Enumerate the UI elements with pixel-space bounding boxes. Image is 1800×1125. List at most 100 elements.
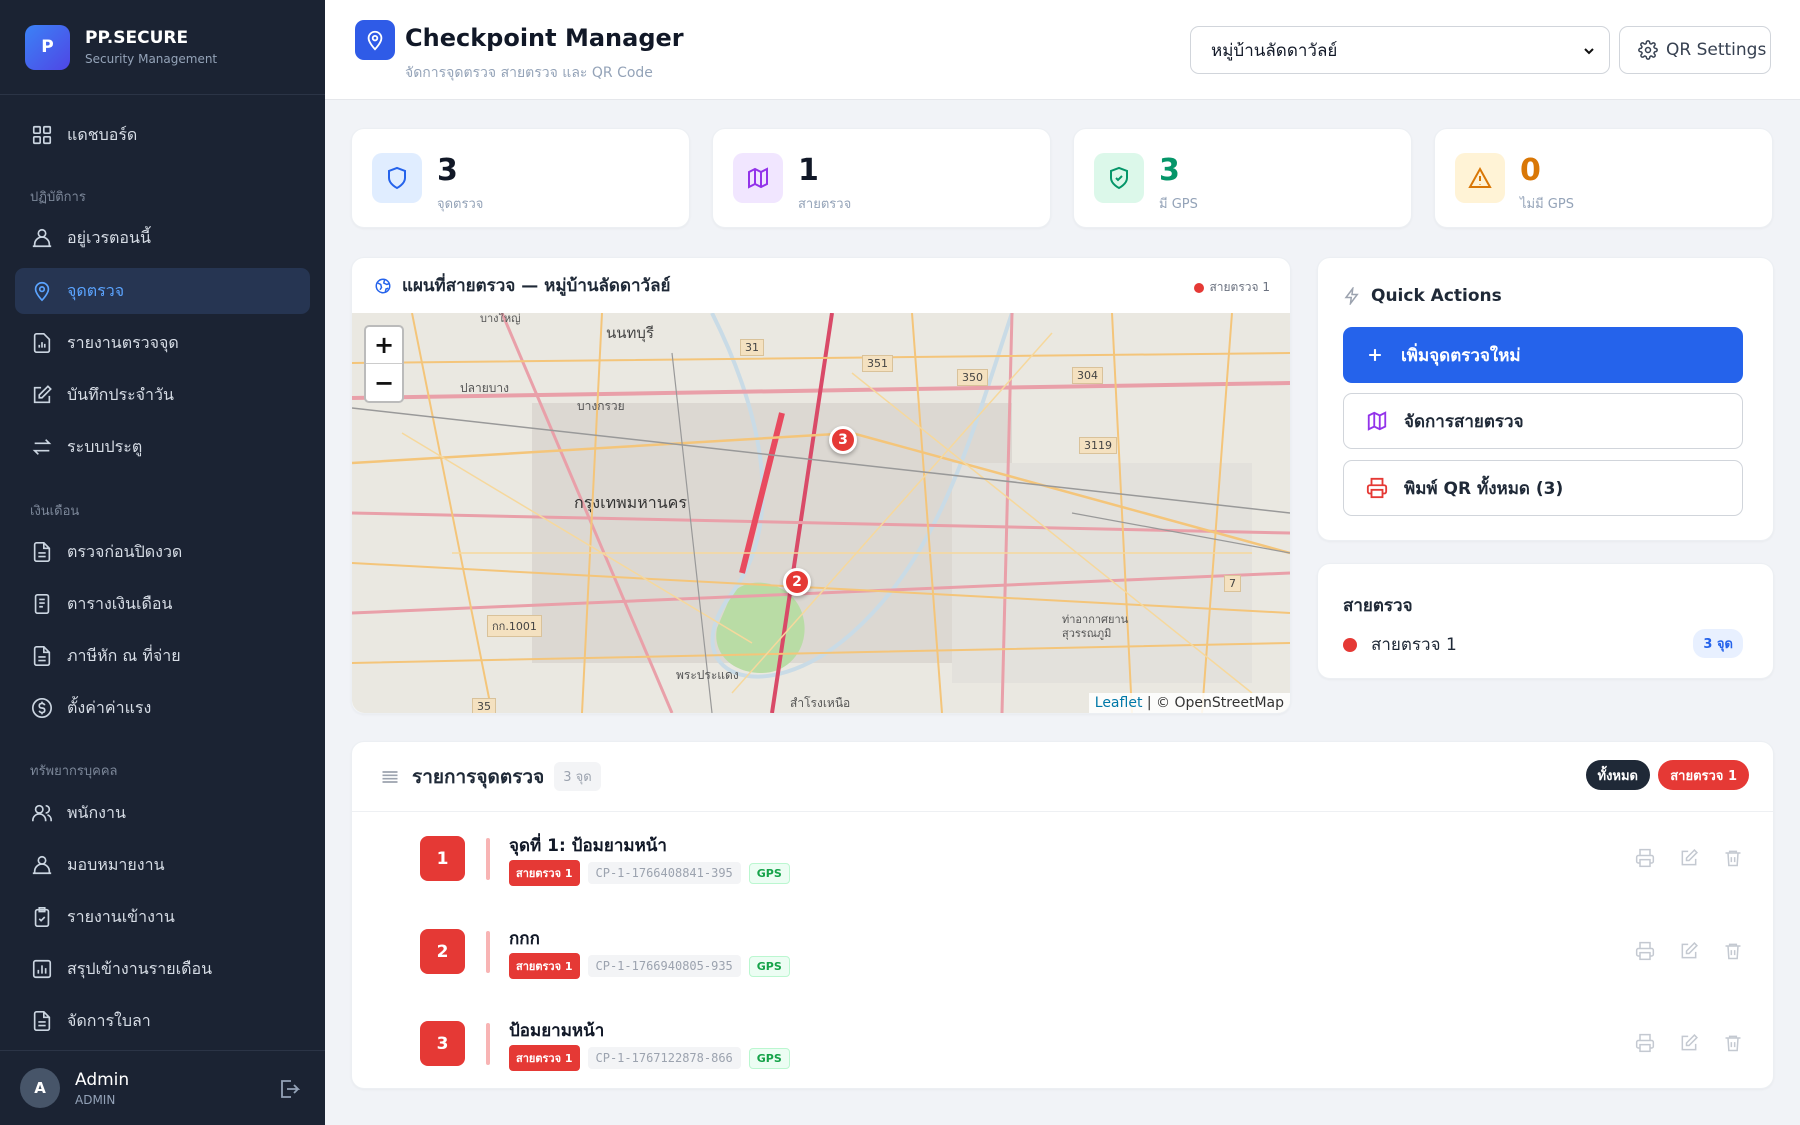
map-marker[interactable]: 3 (829, 426, 857, 454)
lightning-icon (1344, 287, 1359, 305)
grid-icon (32, 125, 52, 145)
edit-icon[interactable] (1679, 1033, 1699, 1053)
trash-icon[interactable] (1723, 941, 1743, 961)
map-place-label: สำโรงเหนือ (790, 696, 851, 710)
nav-section-operations: ปฏิบัติการ (30, 190, 86, 205)
nav-section-hr: ทรัพยากรบุคคล (30, 764, 118, 779)
document-icon (33, 646, 51, 666)
route-map-card: แผนที่สายตรวจ — หมู่บ้านลัดดาวัลย์ สายตร… (351, 257, 1291, 714)
stat-value: 0 (1520, 153, 1541, 188)
route-tag: สายตรวจ 1 (509, 953, 580, 979)
bar-chart-icon (32, 959, 52, 979)
arrows-swap-icon (32, 439, 52, 455)
stat-label: ไม่มี GPS (1520, 197, 1574, 212)
sidebar-item-checkpoint-report[interactable]: รายงานตรวจจุด (15, 320, 310, 366)
sidebar-item-on-duty[interactable]: อยู่เวรตอนนี้ (15, 215, 310, 261)
print-all-qr-button[interactable]: พิมพ์ QR ทั้งหมด (3) (1343, 460, 1743, 516)
map-legend: สายตรวจ 1 (1194, 278, 1270, 297)
sidebar-item-leave-management[interactable]: จัดการใบลา (15, 998, 310, 1044)
sidebar-item-pre-close-check[interactable]: ตรวจก่อนปิดงวด (15, 529, 310, 575)
table-row[interactable]: 1 จุดที่ 1: ป้อมยามหน้า สายตรวจ 1 CP-1-1… (352, 812, 1773, 904)
stat-card-checkpoints: 3 จุดตรวจ (351, 128, 690, 228)
filter-route-button[interactable]: สายตรวจ 1 (1658, 760, 1749, 790)
leaflet-link[interactable]: Leaflet (1095, 695, 1143, 711)
zoom-out-button[interactable]: − (366, 364, 402, 401)
table-row[interactable]: 2 กกก สายตรวจ 1 CP-1-1766940805-935 GPS (352, 905, 1773, 997)
zoom-in-button[interactable]: + (366, 327, 402, 364)
trash-icon[interactable] (1723, 1033, 1743, 1053)
map-pin-icon (34, 281, 50, 302)
sidebar-item-monthly-attendance[interactable]: สรุปเข้างานรายเดือน (15, 946, 310, 992)
checkpoint-name: จุดที่ 1: ป้อมยามหน้า (509, 836, 667, 856)
road-label: 350 (957, 369, 988, 386)
logout-icon[interactable] (277, 1077, 301, 1101)
map-place-label: ปลายบาง (460, 381, 509, 395)
route-name: สายตรวจ 1 (1371, 635, 1457, 655)
road-label: 35 (472, 698, 496, 713)
printer-icon[interactable] (1635, 848, 1655, 868)
print-all-qr-label: พิมพ์ QR ทั้งหมด (3) (1404, 478, 1564, 499)
users-icon (32, 804, 52, 822)
quick-actions-card: Quick Actions เพิ่มจุดตรวจใหม่ จัดการสาย… (1317, 257, 1774, 541)
qr-settings-button[interactable]: QR Settings (1619, 26, 1771, 74)
quick-actions-label: Quick Actions (1371, 286, 1502, 306)
stat-value: 3 (437, 153, 458, 188)
sidebar-item-label: จัดการใบลา (67, 1010, 151, 1030)
edit-icon[interactable] (1679, 848, 1699, 868)
sidebar-item-label: ตารางเงินเดือน (67, 593, 173, 613)
sidebar-item-wage-settings[interactable]: ตั้งค่าค่าแรง (15, 685, 310, 731)
sidebar-item-label: มอบหมายงาน (67, 854, 165, 874)
route-count-badge: 3 จุด (1693, 629, 1743, 658)
shield-icon (388, 166, 406, 190)
sidebar-item-withholding-tax[interactable]: ภาษีหัก ณ ที่จ่าย (15, 633, 310, 679)
route-tag: สายตรวจ 1 (509, 1045, 580, 1071)
village-select-value: หมู่บ้านลัดดาวัลย์ (1211, 40, 1338, 61)
sidebar-item-daily-log[interactable]: บันทึกประจำวัน (15, 372, 310, 418)
printer-icon[interactable] (1635, 941, 1655, 961)
report-chart-icon (33, 333, 51, 353)
route-color-bar (486, 931, 490, 973)
sidebar-item-dashboard[interactable]: แดชบอร์ด (15, 112, 310, 158)
attribution-text: | © OpenStreetMap (1146, 695, 1284, 711)
stat-label: สายตรวจ (798, 197, 852, 212)
stat-icon-wrap (1094, 153, 1144, 203)
road-label: 7 (1224, 575, 1241, 592)
sidebar-item-label: ตั้งค่าค่าแรง (67, 697, 152, 717)
user-duty-icon (32, 855, 52, 875)
sidebar-item-employees[interactable]: พนักงาน (15, 790, 310, 836)
trash-icon[interactable] (1723, 848, 1743, 868)
road-label: 3119 (1079, 437, 1117, 454)
sidebar-item-gate-system[interactable]: ระบบประตู (15, 424, 310, 470)
gps-badge: GPS (748, 862, 790, 884)
village-select[interactable]: หมู่บ้านลัดดาวัลย์ (1190, 26, 1610, 74)
sidebar-item-checkpoints[interactable]: จุดตรวจ (15, 268, 310, 314)
route-item[interactable]: สายตรวจ 1 3 จุด (1343, 629, 1743, 658)
map-marker[interactable]: 2 (783, 568, 811, 596)
sidebar-item-assignments[interactable]: มอบหมายงาน (15, 842, 310, 888)
sidebar-item-payroll-table[interactable]: ตารางเงินเดือน (15, 581, 310, 627)
printer-icon (1366, 477, 1388, 499)
edit-icon[interactable] (1679, 941, 1699, 961)
table-row[interactable]: 3 ป้อมยามหน้า สายตรวจ 1 CP-1-1767122878-… (352, 997, 1773, 1089)
sidebar-item-attendance-report[interactable]: รายงานเข้างาน (15, 894, 310, 940)
sidebar-item-label: ระบบประตู (67, 436, 143, 456)
filter-all-button[interactable]: ทั้งหมด (1585, 760, 1650, 790)
checkpoint-code: CP-1-1767122878-866 (587, 1047, 741, 1069)
sidebar-item-label: สรุปเข้างานรายเดือน (67, 958, 212, 978)
user-duty-icon (32, 228, 52, 248)
map-place-label: บางใหญ่ (480, 313, 521, 325)
manage-routes-button[interactable]: จัดการสายตรวจ (1343, 393, 1743, 449)
map-place-label: พระประแดง (676, 668, 739, 682)
stat-icon-wrap (1455, 153, 1505, 203)
checkpoint-number: 3 (420, 1021, 465, 1066)
checkpoint-code: CP-1-1766940805-935 (587, 955, 741, 977)
route-color-bar (486, 1023, 490, 1065)
printer-icon[interactable] (1635, 1033, 1655, 1053)
plus-icon (1369, 349, 1381, 361)
add-checkpoint-button[interactable]: เพิ่มจุดตรวจใหม่ (1343, 327, 1743, 383)
user-role: ADMIN (75, 1092, 116, 1107)
map-canvas[interactable]: นนทบุรี กรุงเทพมหานคร ปลายบาง บางกรวย พร… (352, 313, 1290, 713)
checkpoint-list-title: รายการจุดตรวจ (412, 765, 545, 788)
gps-badge: GPS (748, 955, 790, 977)
globe-icon (375, 278, 391, 293)
